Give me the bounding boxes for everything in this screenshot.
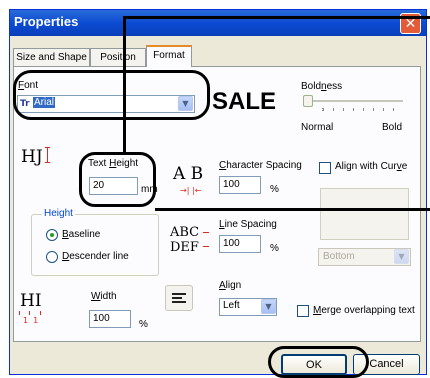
merge-overlapping-checkbox[interactable] <box>297 305 309 317</box>
line-spacing-marker-icon <box>203 232 209 247</box>
character-spacing-input[interactable]: 100 <box>219 176 261 194</box>
line-spacing-input[interactable]: 100 <box>219 235 261 253</box>
height-group-label: Height <box>42 208 75 219</box>
boldness-min-label: Normal <box>301 122 334 133</box>
width-marker-icon <box>19 311 41 315</box>
descender-line-radio[interactable] <box>46 251 58 263</box>
tab-format[interactable]: Format <box>146 45 192 67</box>
font-callout-oval <box>13 70 210 120</box>
align-select-value: Left <box>223 300 240 311</box>
align-left-icon-button[interactable] <box>165 285 193 311</box>
merge-overlapping-label: Merge overlapping text <box>313 305 415 316</box>
spacing-arrows-icon: →| |← <box>180 186 202 195</box>
baseline-radio[interactable] <box>46 229 58 241</box>
align-dropdown-button[interactable]: ▼ <box>261 299 276 314</box>
boldness-slider-thumb[interactable] <box>303 95 313 107</box>
width-unit: % <box>139 319 148 330</box>
text-height-callout-oval <box>79 152 156 207</box>
align-with-curve-checkbox[interactable] <box>319 162 331 174</box>
character-spacing-icon: A B <box>173 164 204 184</box>
line-spacing-icon-line1: ABC <box>170 225 200 240</box>
align-with-curve-label: Align with Curve <box>335 161 408 172</box>
line-spacing-unit: % <box>270 243 279 254</box>
width-input[interactable]: 100 <box>89 310 131 328</box>
ok-callout-oval <box>268 346 369 378</box>
boldness-max-label: Bold <box>382 122 403 133</box>
character-spacing-unit: % <box>270 184 279 195</box>
boldness-label: Boldness <box>301 81 343 92</box>
callout-leader-middle <box>155 208 430 211</box>
width-marker-sub: 1 1 <box>23 316 39 325</box>
align-label: Align <box>219 280 242 291</box>
baseline-label: Baseline <box>62 229 101 240</box>
line-spacing-label: Line Spacing <box>219 219 277 230</box>
curve-position-dropdown: ▼ <box>394 249 409 264</box>
line-spacing-icon-line2: DEF <box>170 240 199 255</box>
font-preview: SALE <box>212 88 277 115</box>
callout-leader-top <box>123 16 430 19</box>
text-height-icon: HJ <box>21 147 43 167</box>
text-height-marker-icon <box>45 147 50 163</box>
height-group <box>31 214 159 276</box>
tab-position[interactable]: Position <box>90 48 146 66</box>
width-icon: HI <box>20 291 42 311</box>
tab-size-and-shape[interactable]: Size and Shape <box>13 48 90 66</box>
window-title: Properties <box>14 14 79 29</box>
boldness-ticks <box>322 108 403 111</box>
callout-leader-vertical <box>123 18 126 154</box>
width-label: Width <box>91 291 117 302</box>
character-spacing-label: Character Spacing <box>219 160 302 171</box>
curve-position-value: Bottom <box>323 251 355 262</box>
boldness-slider-track[interactable] <box>308 100 403 102</box>
descender-line-label: Descender line <box>62 251 129 262</box>
curve-preview-box <box>320 188 409 240</box>
